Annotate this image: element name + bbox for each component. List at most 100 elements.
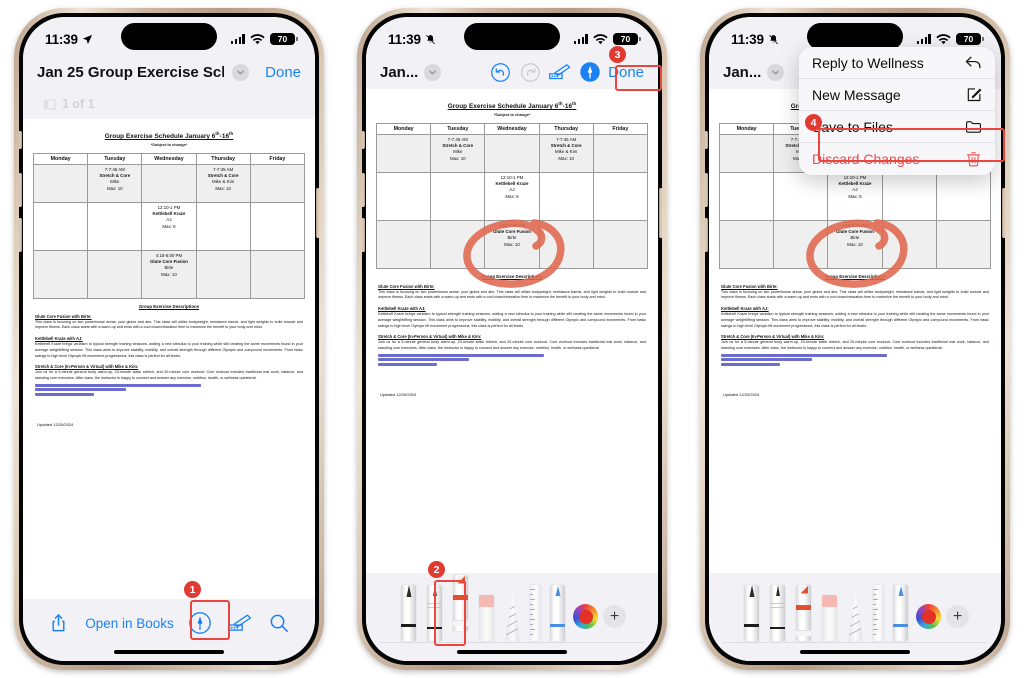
document-nav-bar: Jan 25 Group Exercise Schedule... Done [23, 55, 315, 89]
color-picker[interactable] [916, 604, 941, 629]
description-title: Kettlebell Kraze with AJ: [378, 306, 426, 312]
bell-slash-icon [426, 34, 435, 44]
volume-down-button[interactable] [705, 218, 708, 252]
palette-divider [723, 642, 987, 643]
lasso-tool[interactable] [845, 593, 866, 641]
markup-pen-circle-icon[interactable] [578, 60, 602, 84]
cellular-bars-icon [230, 34, 245, 44]
description-title: Kettlebell Kraze with AJ: [721, 306, 769, 312]
fill-and-sign-icon[interactable] [227, 610, 253, 636]
silent-switch[interactable] [362, 131, 365, 149]
callout-badge-2: 2 [428, 561, 445, 578]
updated-date: Updated 12/20/2024 [37, 421, 74, 427]
description-item: Glute Core Fusion with Birte: This class… [378, 284, 646, 301]
volume-down-button[interactable] [362, 218, 365, 252]
menu-item-new-message[interactable]: New Message [799, 79, 995, 111]
cell [141, 163, 197, 203]
cell [773, 219, 829, 269]
cell [87, 201, 143, 251]
dynamic-island [464, 23, 560, 50]
pen-tool[interactable] [398, 585, 419, 641]
chevron-down-icon[interactable] [232, 63, 250, 81]
ruler-tool[interactable] [528, 585, 542, 641]
description-item: Stretch & Core (In-Person & Virtual) wit… [35, 364, 303, 396]
done-button[interactable]: Done [265, 64, 301, 81]
cell [592, 219, 649, 269]
home-indicator[interactable] [800, 649, 910, 654]
fill-and-sign-icon[interactable] [548, 60, 572, 84]
wifi-icon [936, 33, 951, 45]
home-indicator[interactable] [457, 649, 567, 654]
table-row: 12:10-1 PM Kettlebell Kraze AJ Max: 6 [718, 171, 992, 221]
chevron-down-icon[interactable] [767, 63, 785, 81]
cell [32, 201, 89, 251]
col-thursday: Thursday [538, 122, 594, 135]
callout-badge-4: 4 [805, 114, 822, 131]
power-button[interactable] [1002, 188, 1005, 238]
open-in-books-button[interactable]: Open in Books [85, 616, 174, 631]
volume-up-button[interactable] [19, 173, 22, 207]
cell [375, 171, 432, 221]
redacted-links [35, 383, 303, 396]
document-viewport-1[interactable]: Group Exercise Schedule January 6th-16th… [23, 119, 315, 579]
undo-icon[interactable] [488, 60, 512, 84]
col-tuesday: Tuesday [87, 152, 143, 165]
power-button[interactable] [659, 188, 662, 238]
table-header-row: Monday Tuesday Wednesday Thursday Friday [32, 152, 306, 165]
silent-switch[interactable] [19, 131, 22, 149]
phone-1-screen: 11:39 70 Jan 25 Group Exercise Schedule.… [23, 17, 315, 661]
wifi-icon [593, 33, 608, 45]
lasso-tool[interactable] [502, 593, 523, 641]
cell [430, 219, 486, 269]
callout-box-new-message [818, 128, 1005, 162]
fountain-pen-tool[interactable] [890, 585, 911, 641]
updated-date: Updated 12/20/2024 [723, 391, 760, 397]
volume-down-button[interactable] [19, 218, 22, 252]
dynamic-island [807, 23, 903, 50]
descriptions-heading: Group Exercise Descriptions [481, 273, 543, 279]
document-viewport-2[interactable]: Group Exercise Schedule January 6th-16th… [366, 89, 658, 559]
battery-level: 70 [620, 34, 631, 44]
power-button[interactable] [316, 188, 319, 238]
updated-date: Updated 12/20/2024 [380, 391, 417, 397]
col-monday: Monday [32, 152, 89, 165]
color-picker[interactable] [573, 604, 598, 629]
pen-tool[interactable] [741, 585, 762, 641]
search-icon[interactable] [266, 610, 292, 636]
share-icon[interactable] [46, 610, 72, 636]
cell [538, 219, 594, 269]
menu-item-reply-to-wellness[interactable]: Reply to Wellness [799, 47, 995, 79]
pencil-tool[interactable] [767, 585, 788, 641]
doc-title: Group Exercise Schedule January 6th-16th [447, 101, 577, 111]
status-time: 11:39 [45, 31, 78, 47]
fountain-pen-tool[interactable] [547, 585, 568, 641]
phone-2-screen: 11:39 70 Jan... Done Group Exercise Sche… [366, 17, 658, 661]
description-body: Kettlebell Kraze brings variation to typ… [35, 342, 303, 358]
pages-thumbnail-icon[interactable] [43, 98, 56, 111]
cell [32, 249, 89, 299]
markup-tool-palette: + [709, 573, 1001, 661]
add-tool-button[interactable]: + [603, 605, 626, 628]
page-indicator-bar: 1 of 1 [23, 89, 315, 119]
cell-wed-afternoon: 4:15-5:00 PM Glute Core Fusion Birte Max… [141, 249, 197, 299]
ruler-tool[interactable] [871, 585, 885, 641]
schedule-table: Monday Tuesday Wednesday Thursday Friday [32, 152, 306, 299]
eraser-tool[interactable] [476, 595, 497, 641]
markup-tool-palette: + [366, 573, 658, 661]
chevron-down-icon[interactable] [424, 63, 442, 81]
cell [249, 201, 306, 251]
eraser-tool[interactable] [819, 595, 840, 641]
cell [935, 219, 992, 269]
silent-switch[interactable] [705, 131, 708, 149]
callout-box-markup-button [190, 600, 230, 640]
volume-up-button[interactable] [705, 173, 708, 207]
highlighter-tool[interactable] [793, 585, 814, 641]
descriptions-heading: Group Exercise Descriptions [824, 273, 886, 279]
volume-up-button[interactable] [362, 173, 365, 207]
pdf-page: Group Exercise Schedule January 6th-16th… [366, 89, 658, 397]
table-row: 7-7:45 AM Stretch & Core Mike Max: 10 7-… [32, 163, 306, 203]
descriptions-section: Group Exercise Descriptions Glute Core F… [33, 304, 305, 427]
add-tool-button[interactable]: + [946, 605, 969, 628]
description-body: Join us for a 5-minute general body warm… [378, 340, 646, 351]
home-indicator[interactable] [114, 649, 224, 654]
